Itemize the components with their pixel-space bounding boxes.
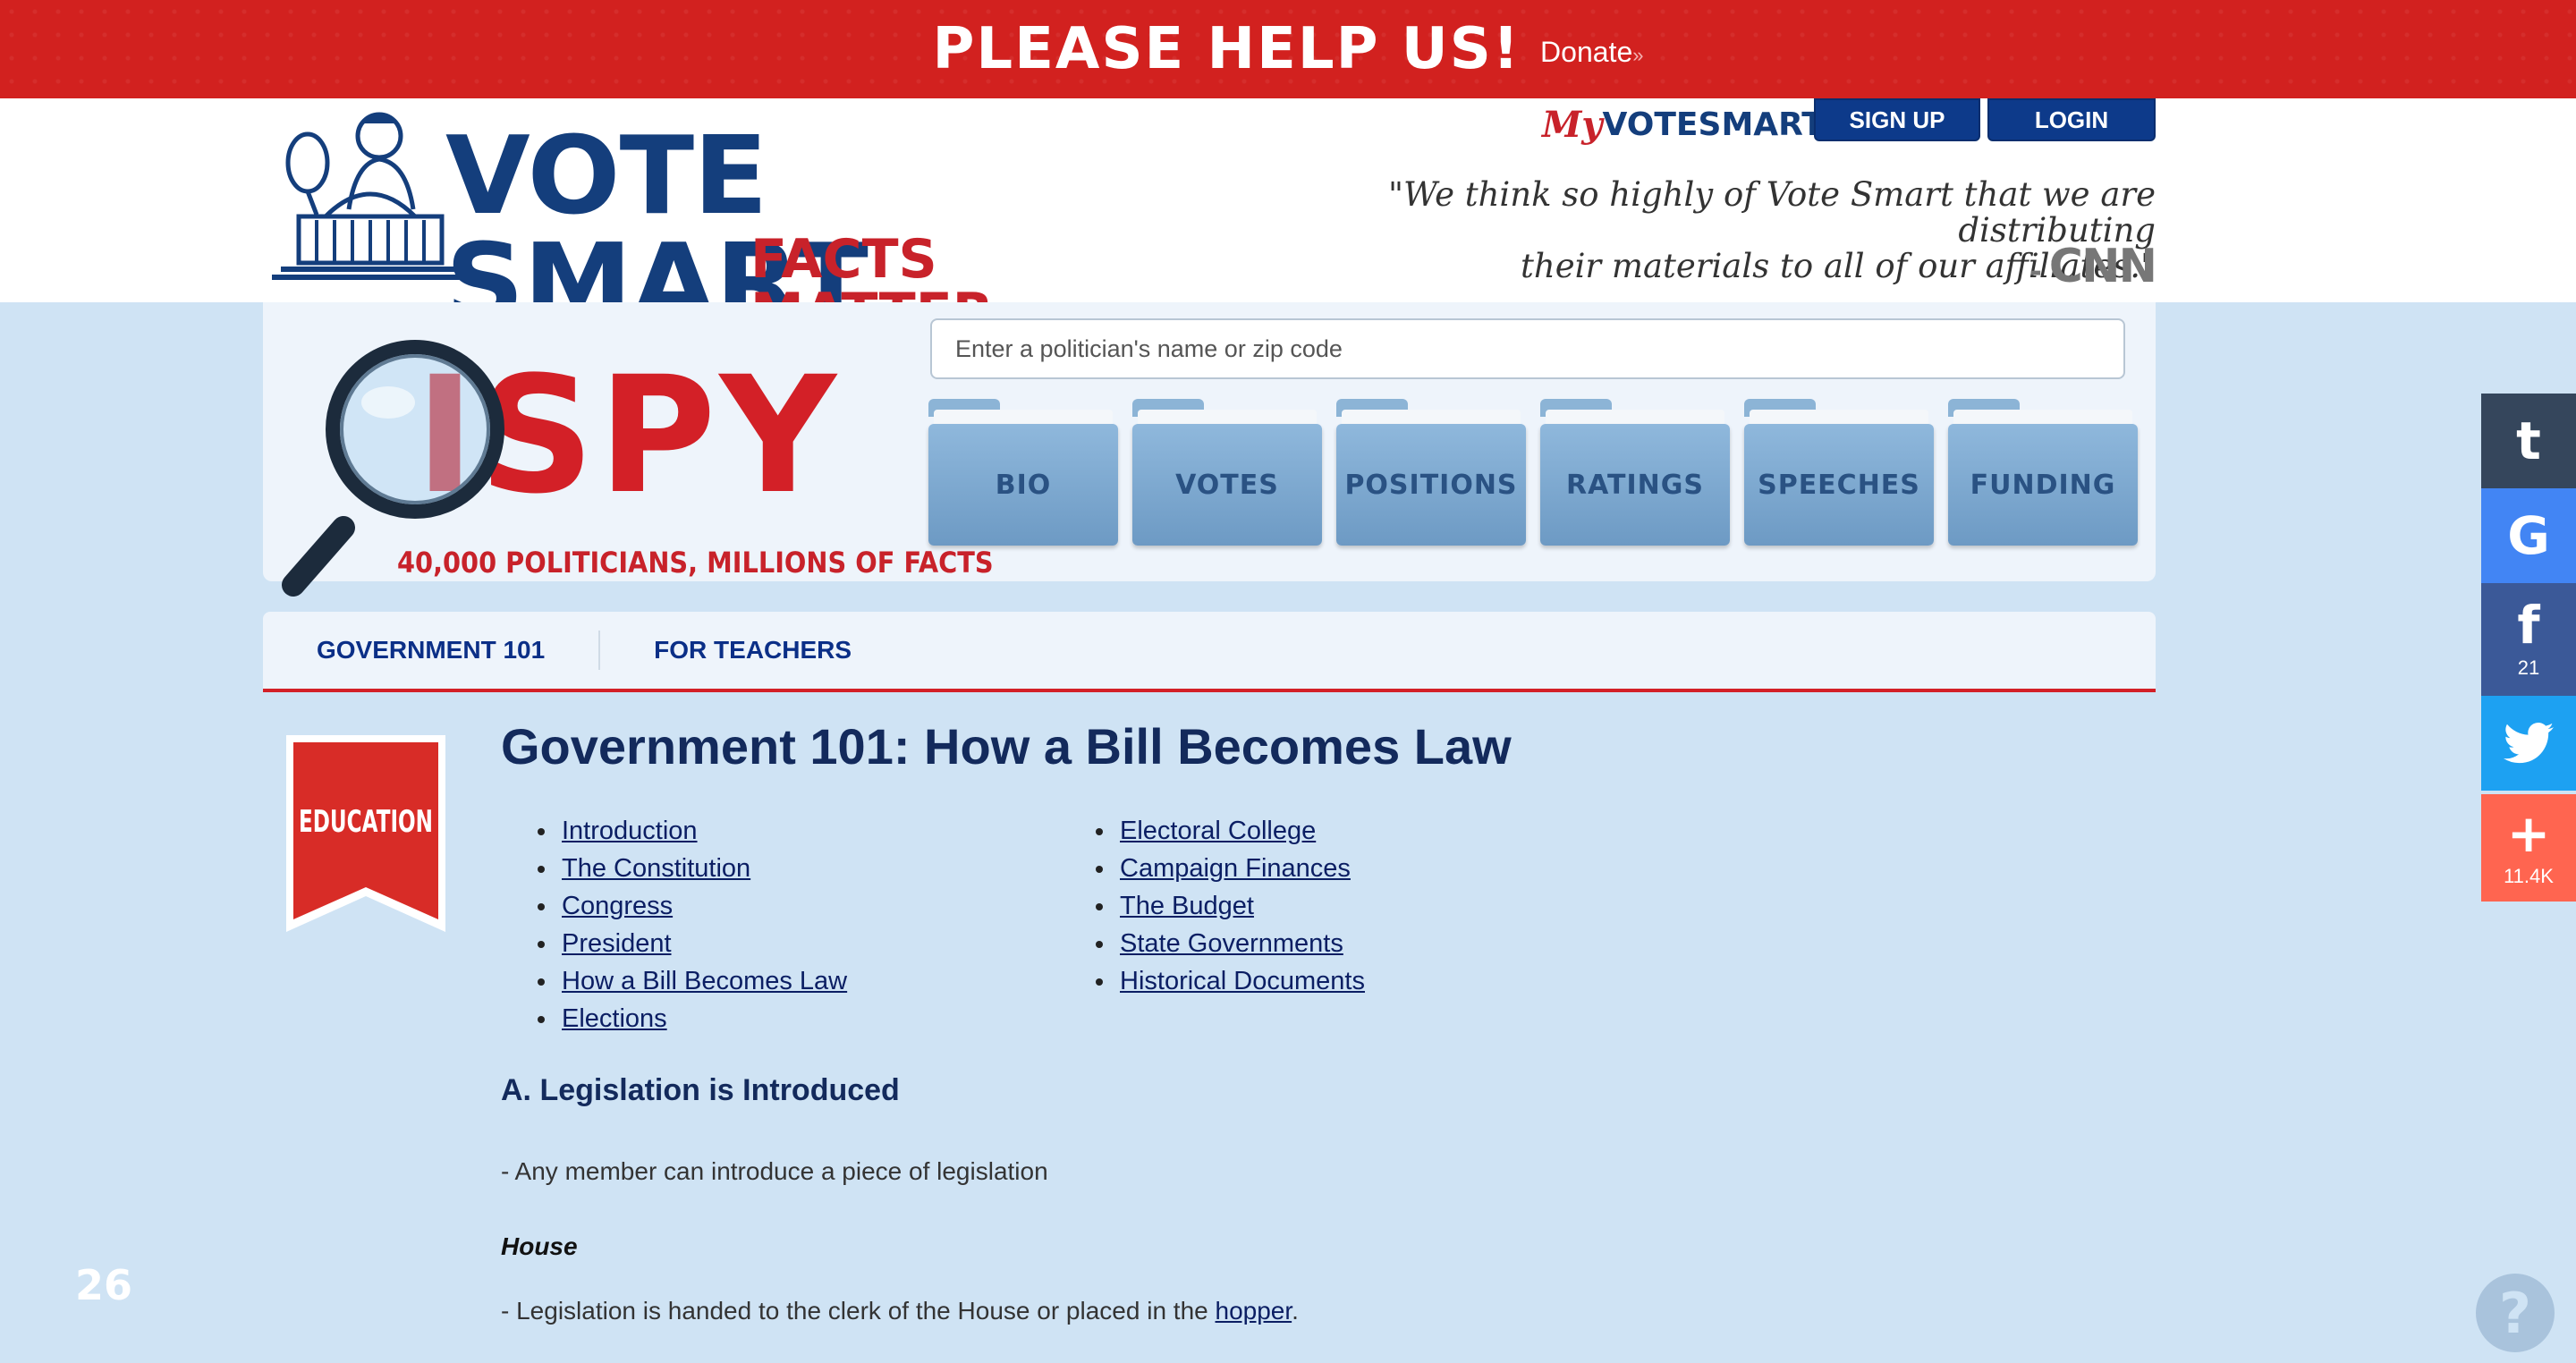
share-twitter-button[interactable]	[2481, 696, 2576, 791]
toc-list-left: Introduction The Constitution Congress P…	[474, 812, 847, 1037]
testimonial-quote: "We think so highly of Vote Smart that w…	[1261, 177, 2156, 284]
folder-label: POSITIONS	[1336, 424, 1526, 546]
my-votesmart-my: My	[1542, 103, 1603, 146]
toc-item: Introduction	[558, 812, 847, 850]
ispy-logo[interactable]: ISPY 40,000 POLITICIANS, MILLIONS OF FAC…	[281, 331, 994, 599]
donation-banner: PLEASE HELP US! Donate»	[0, 0, 2576, 98]
ispy-panel: ISPY 40,000 POLITICIANS, MILLIONS OF FAC…	[263, 302, 2156, 597]
toc-item: Campaign Finances	[1116, 850, 1365, 887]
toc-link-historical-documents[interactable]: Historical Documents	[1120, 967, 1365, 995]
slide-page-number: 26	[75, 1261, 133, 1309]
toc-link-electoral-college[interactable]: Electoral College	[1120, 817, 1316, 845]
sign-up-button[interactable]: SIGN UP	[1814, 98, 1980, 141]
login-button[interactable]: LOGIN	[1987, 98, 2156, 141]
toc-item: State Governments	[1116, 925, 1365, 962]
toc-item: The Constitution	[558, 850, 847, 887]
education-badge-label: EDUCATION	[299, 804, 433, 840]
total-share-count: 11.4K	[2504, 865, 2554, 887]
sub-navigation: GOVERNMENT 101 FOR TEACHERS	[263, 612, 2156, 692]
folder-positions[interactable]: POSITIONS	[1336, 399, 1526, 546]
toc-link-the-budget[interactable]: The Budget	[1120, 892, 1254, 920]
paragraph-any-member: - Any member can introduce a piece of le…	[501, 1157, 1048, 1185]
folder-label: SPEECHES	[1744, 424, 1934, 546]
politician-search-input[interactable]	[930, 318, 2125, 379]
toc-link-campaign-finances[interactable]: Campaign Finances	[1120, 854, 1351, 883]
toc-list-right: Electoral College Campaign Finances The …	[1032, 812, 1365, 1000]
hopper-link[interactable]: hopper	[1216, 1297, 1292, 1325]
nav-for-teachers[interactable]: FOR TEACHERS	[600, 636, 905, 665]
cnn-logo: CNN	[2048, 240, 2157, 293]
my-votesmart-link[interactable]: My VOTESMART	[1542, 103, 1824, 146]
donate-arrow: »	[1632, 43, 1644, 66]
toc-link-how-a-bill-becomes-law[interactable]: How a Bill Becomes Law	[562, 967, 847, 995]
toc-link-introduction[interactable]: Introduction	[562, 817, 698, 845]
section-heading: A. Legislation is Introduced	[501, 1073, 900, 1107]
plus-icon: +	[2506, 803, 2551, 864]
site-header: VOTE SMART FACTS MATTER My VOTESMART SIG…	[0, 98, 2576, 340]
para2-text: - Legislation is handed to the clerk of …	[501, 1297, 1216, 1325]
toc-item: How a Bill Becomes Law	[558, 962, 847, 1000]
toc-item: Electoral College	[1116, 812, 1365, 850]
vote-smart-logo[interactable]: VOTE SMART FACTS MATTER	[263, 109, 1184, 340]
house-subheading: House	[501, 1232, 578, 1260]
folder-label: VOTES	[1132, 424, 1322, 546]
toc-link-elections[interactable]: Elections	[562, 1004, 667, 1033]
my-votesmart-rest: VOTESMART	[1602, 106, 1824, 143]
folder-label: BIO	[928, 424, 1118, 546]
donate-link[interactable]: Donate»	[1540, 36, 1643, 69]
toc-item: Congress	[558, 887, 847, 925]
toc-link-state-governments[interactable]: State Governments	[1120, 929, 1343, 958]
tumblr-icon: t	[2516, 411, 2541, 471]
help-question-icon[interactable]: ?	[2476, 1274, 2555, 1352]
quote-source: - CNN	[2029, 240, 2157, 293]
toc-item: Historical Documents	[1116, 962, 1365, 1000]
page-title: Government 101: How a Bill Becomes Law	[501, 718, 1512, 775]
folder-label: FUNDING	[1948, 424, 2138, 546]
folder-ratings[interactable]: RATINGS	[1540, 399, 1730, 546]
share-facebook-button[interactable]: f 21	[2481, 583, 2576, 696]
toc-item: President	[558, 925, 847, 962]
facebook-share-count: 21	[2517, 656, 2540, 679]
facebook-icon: f	[2517, 595, 2540, 656]
para2-suffix: .	[1292, 1297, 1299, 1325]
nav-government-101[interactable]: GOVERNMENT 101	[263, 636, 598, 665]
toc-item: The Budget	[1116, 887, 1365, 925]
quote-line-2: their materials to all of our affiliates…	[1521, 247, 2156, 285]
toc-link-congress[interactable]: Congress	[562, 892, 673, 920]
folder-votes[interactable]: VOTES	[1132, 399, 1322, 546]
folder-label: RATINGS	[1540, 424, 1730, 546]
share-more-button[interactable]: + 11.4K	[2481, 794, 2576, 902]
education-badge: EDUCATION	[286, 735, 445, 932]
google-icon: G	[2507, 505, 2550, 566]
quote-line-1: "We think so highly of Vote Smart that w…	[1388, 175, 2156, 250]
toc-item: Elections	[558, 1000, 847, 1037]
ispy-tagline: 40,000 POLITICIANS, MILLIONS OF FACTS	[397, 546, 994, 580]
folder-bio[interactable]: BIO	[928, 399, 1118, 546]
toc-link-president[interactable]: President	[562, 929, 672, 958]
quote-source-prefix: -	[2029, 254, 2049, 290]
paragraph-hopper: - Legislation is handed to the clerk of …	[501, 1297, 1299, 1325]
banner-headline: PLEASE HELP US!	[932, 16, 1521, 82]
donate-label: Donate	[1540, 35, 1633, 68]
folder-speeches[interactable]: SPEECHES	[1744, 399, 1934, 546]
share-google-button[interactable]: G	[2481, 488, 2576, 583]
twitter-icon	[2504, 722, 2554, 764]
main-content: Government 101: How a Bill Becomes Law I…	[501, 707, 2156, 1325]
folder-funding[interactable]: FUNDING	[1948, 399, 2138, 546]
share-tumblr-button[interactable]: t	[2481, 394, 2576, 488]
toc-link-the-constitution[interactable]: The Constitution	[562, 854, 750, 883]
